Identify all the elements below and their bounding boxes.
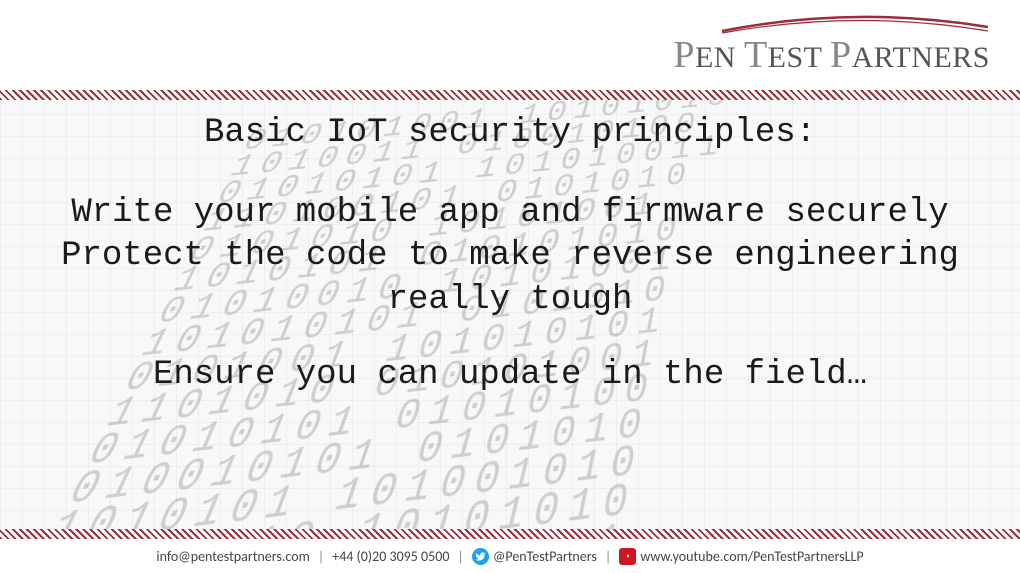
logo-text: PEN TEST PARTNERS bbox=[673, 33, 990, 77]
logo-word-1: EN bbox=[695, 41, 744, 74]
footer-phone: +44 (0)20 3095 0500 bbox=[332, 548, 449, 565]
footer-twitter: @PenTestPartners bbox=[493, 548, 597, 565]
logo-cap-2: T bbox=[744, 34, 768, 76]
footer-email: info@pentestpartners.com bbox=[156, 548, 309, 565]
footer-sep: | bbox=[318, 548, 324, 565]
logo-cap-3: P bbox=[830, 34, 852, 76]
youtube-icon bbox=[619, 548, 636, 565]
slide-line-1: Write your mobile app and firmware secur… bbox=[40, 192, 980, 236]
divider-stripe-top bbox=[0, 90, 1020, 100]
slide-content: Basic IoT security principles: Write you… bbox=[0, 100, 1020, 520]
logo-swoosh-icon bbox=[720, 13, 990, 35]
divider-stripe-bottom bbox=[0, 529, 1020, 539]
logo-word-3: ARTNERS bbox=[852, 41, 990, 74]
logo: PEN TEST PARTNERS bbox=[673, 13, 990, 77]
slide-line-2: Protect the code to make reverse enginee… bbox=[40, 235, 980, 322]
logo-word-2: EST bbox=[768, 41, 830, 74]
logo-cap-1: P bbox=[673, 34, 695, 76]
footer: info@pentestpartners.com | +44 (0)20 309… bbox=[0, 539, 1020, 573]
slide-line-3: Ensure you can update in the field… bbox=[40, 354, 980, 398]
slide-title: Basic IoT security principles: bbox=[40, 112, 980, 156]
header: PEN TEST PARTNERS bbox=[0, 0, 1020, 90]
footer-sep: | bbox=[605, 548, 611, 565]
footer-sep: | bbox=[457, 548, 463, 565]
twitter-icon bbox=[472, 548, 489, 565]
footer-youtube: www.youtube.com/PenTestPartnersLLP bbox=[640, 548, 863, 565]
